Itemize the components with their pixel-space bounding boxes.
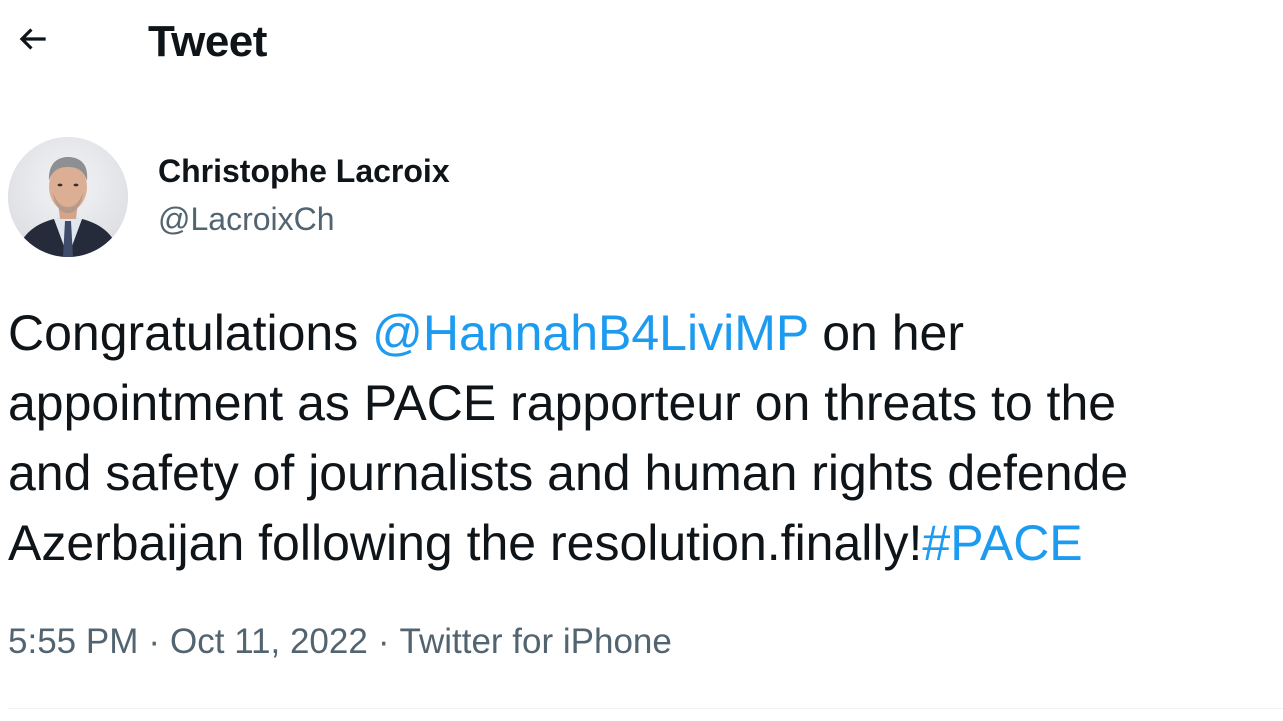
tweet-text-segment: appointment as PACE rapporteur on threat… (8, 375, 1117, 431)
mention-link[interactable]: @HannahB4LiviMP (372, 305, 808, 361)
divider (8, 708, 1283, 709)
header: Tweet (0, 0, 1283, 84)
tweet-page: Tweet Christophe Lacroix @LacroixCh Cong… (0, 0, 1283, 721)
meta-separator: · (148, 622, 161, 661)
page-title: Tweet (148, 17, 267, 66)
tweet-text-segment: and safety of journalists and human righ… (8, 445, 1129, 501)
author-name[interactable]: Christophe Lacroix (158, 151, 450, 191)
tweet-line: appointment as PACE rapporteur on threat… (8, 368, 1283, 438)
tweet-meta: 5:55 PM · Oct 11, 2022 · Twitter for iPhone (8, 618, 672, 666)
tweet-line: and safety of journalists and human righ… (8, 438, 1283, 508)
avatar[interactable] (8, 137, 128, 257)
back-button[interactable] (8, 16, 58, 66)
tweet-author: Christophe Lacroix @LacroixCh (8, 137, 1208, 257)
arrow-left-icon (14, 20, 52, 63)
tweet-text-segment: Congratulations (8, 305, 373, 361)
tweet-time[interactable]: 5:55 PM (8, 622, 138, 661)
tweet-text-segment: Azerbaijan following the resolution.fina… (8, 515, 923, 571)
tweet-text: Congratulations @HannahB4LiviMP on her a… (8, 298, 1283, 578)
tweet-source[interactable]: Twitter for iPhone (400, 622, 672, 661)
tweet-line: Congratulations @HannahB4LiviMP on her (8, 298, 1283, 368)
meta-separator: · (377, 622, 390, 661)
tweet-date[interactable]: Oct 11, 2022 (170, 622, 368, 661)
tweet-text-segment: on her (808, 305, 964, 361)
hashtag-link[interactable]: #PACE (922, 515, 1082, 571)
tweet-line: Azerbaijan following the resolution.fina… (8, 508, 1283, 578)
author-handle[interactable]: @LacroixCh (158, 199, 335, 239)
